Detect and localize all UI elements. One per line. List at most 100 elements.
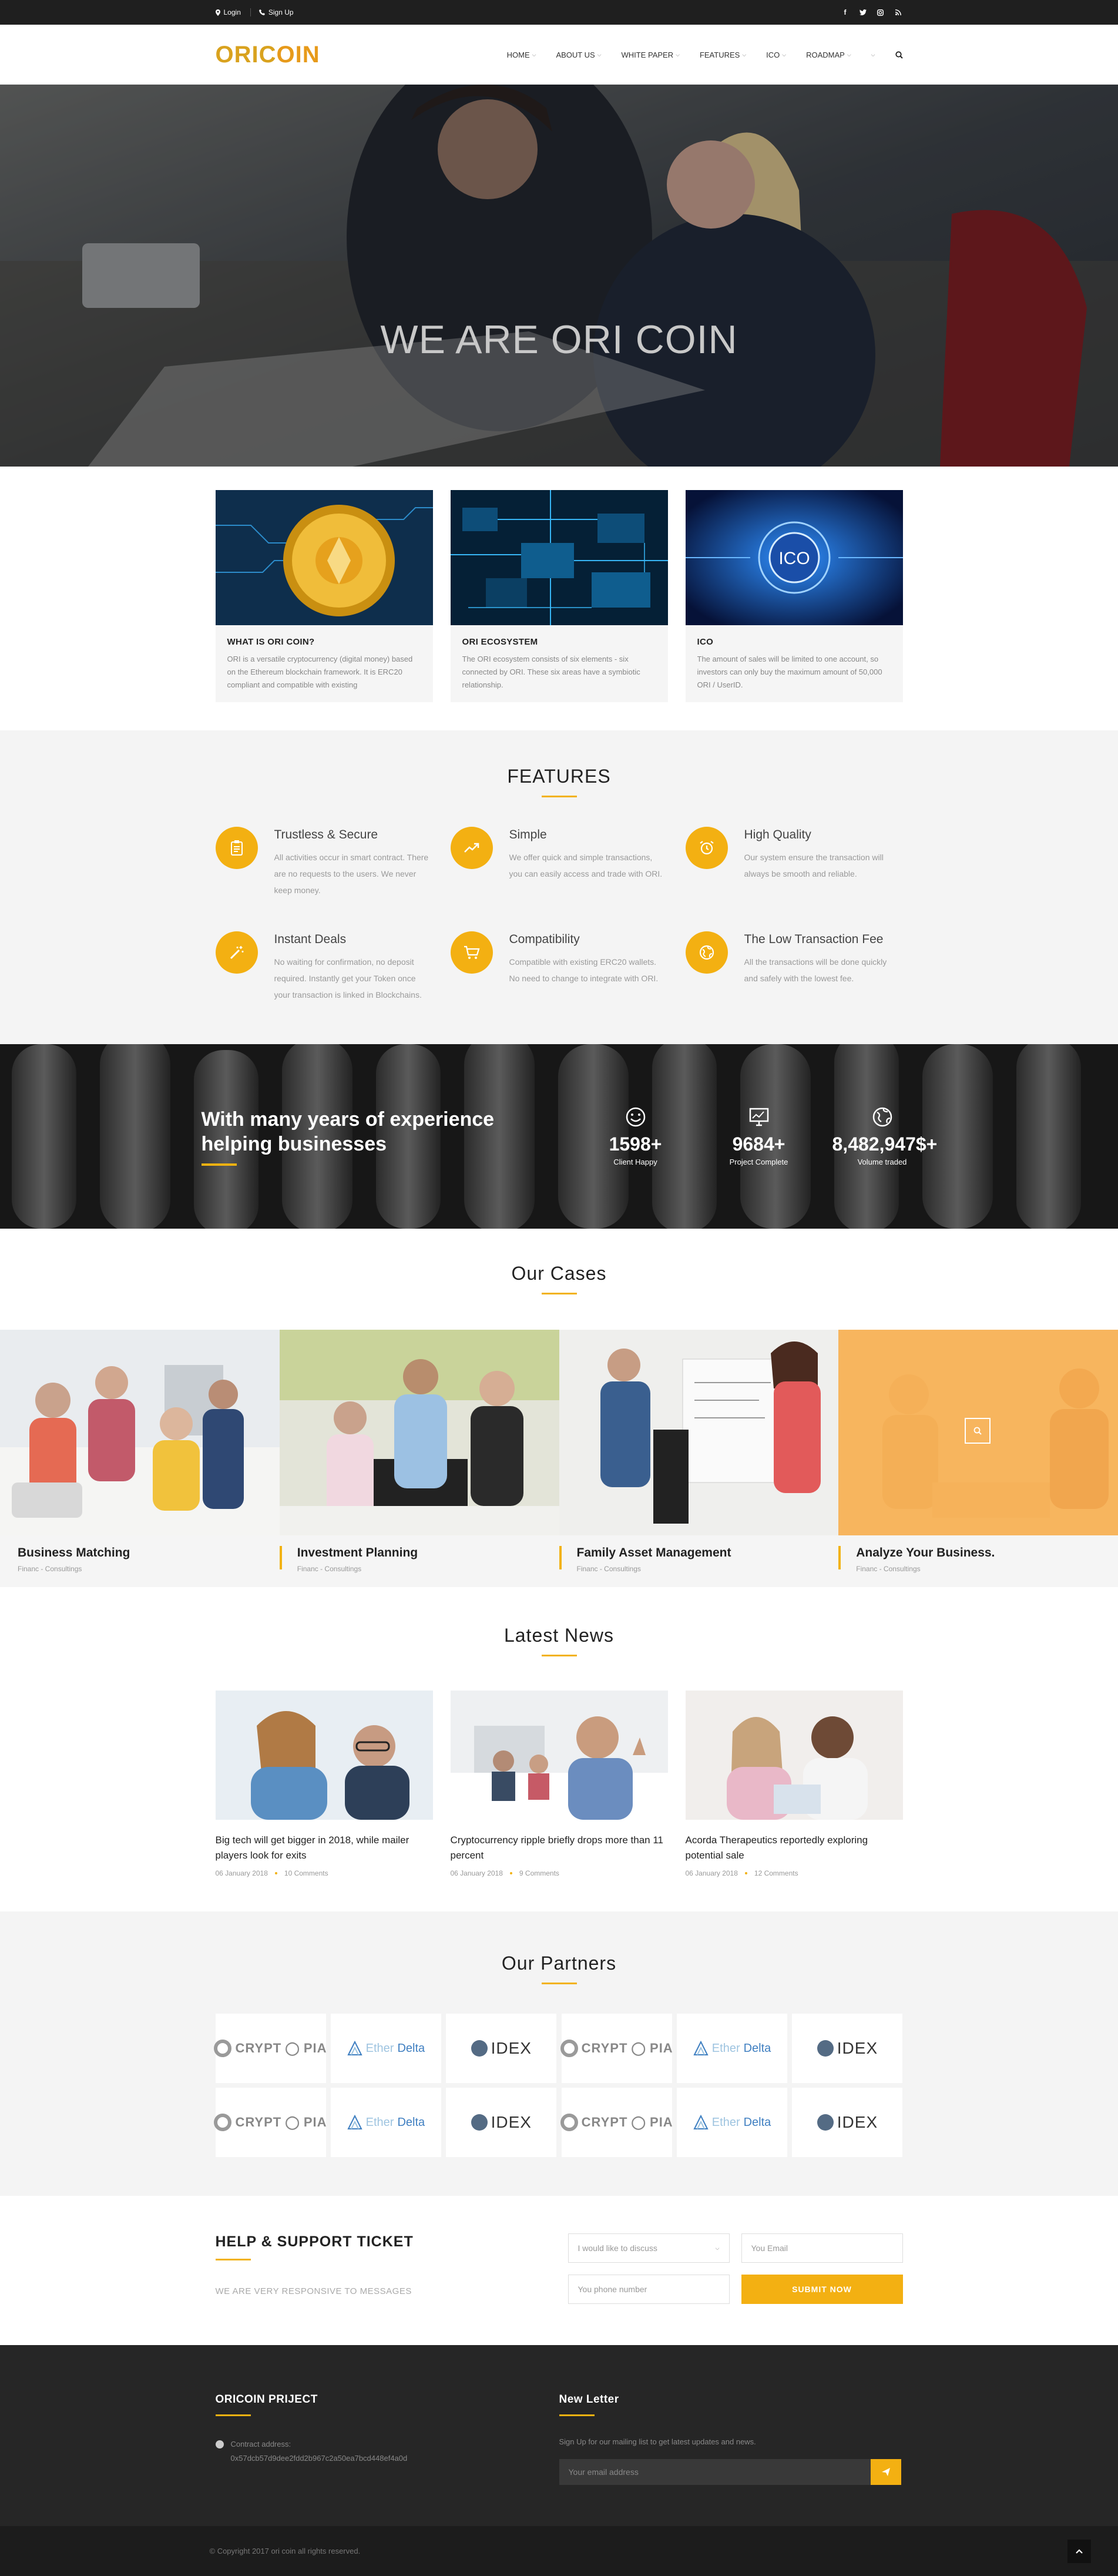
back-to-top-button[interactable] — [1067, 2539, 1091, 2563]
cryptopia-o-icon: ◯ — [285, 2115, 300, 2129]
partner-logo-idex[interactable]: IDEX — [446, 2088, 557, 2157]
comments-link[interactable]: 9 Comments — [519, 1869, 559, 1877]
chevron-up-icon — [1075, 2548, 1083, 2554]
separator-dot — [274, 1872, 277, 1874]
search-button[interactable] — [895, 51, 903, 59]
cryptopia-o-icon: ◯ — [631, 2115, 647, 2129]
nav-about-us[interactable]: ABOUT US ⌵ — [556, 51, 601, 59]
case-card[interactable]: Business Matching Financ - Consultings — [0, 1330, 280, 1587]
search-icon — [895, 51, 903, 59]
wand-icon — [215, 931, 258, 974]
cryptopia-icon — [214, 2040, 232, 2057]
zoom-button[interactable] — [965, 1418, 991, 1444]
idex-icon — [471, 2040, 488, 2057]
chevron-down-icon: ⌵ — [847, 51, 851, 58]
footer-project-title: ORICOIN PRIJECT — [215, 2393, 318, 2406]
case-card[interactable]: Family Asset Management Financ - Consult… — [559, 1330, 839, 1587]
case-image — [0, 1330, 280, 1535]
separator-dot — [744, 1872, 747, 1874]
partners-section: Our Partners CRYPT ◯ PIA Ether Delta IDEX C… — [0, 1911, 1118, 2196]
hero-title: WE ARE ORI COIN — [380, 317, 738, 362]
features-title: FEATURES — [507, 766, 611, 787]
trend-icon — [450, 827, 493, 869]
partner-logo-etherdelta[interactable]: Ether Delta — [677, 2088, 788, 2157]
partner-logo-etherdelta[interactable]: Ether Delta — [330, 2014, 441, 2083]
site-logo[interactable]: ORIC OIN — [216, 42, 320, 68]
etherdelta-icon — [347, 2041, 362, 2056]
comments-link[interactable]: 10 Comments — [284, 1869, 328, 1877]
intro-card[interactable]: ICO ICO The amount of sales will be limi… — [685, 490, 903, 702]
newsletter-title: New Letter — [559, 2393, 619, 2406]
instagram-icon[interactable] — [876, 8, 885, 17]
support-subtitle: WE ARE VERY RESPONSIVE TO MESSAGES — [215, 2286, 412, 2296]
nav-roadmap[interactable]: ROADMAP ⌵ — [806, 51, 851, 59]
discuss-select[interactable]: I would like to discuss ⌵ — [568, 2233, 730, 2263]
partner-logo-cryptopia[interactable]: CRYPT ◯ PIA — [214, 2088, 327, 2157]
support-title: HELP & SUPPORT TICKET — [215, 2233, 414, 2250]
comments-link[interactable]: 12 Comments — [754, 1869, 798, 1877]
news-title: Latest News — [503, 1625, 615, 1646]
nav-ico[interactable]: ICO ⌵ — [766, 51, 786, 59]
language-dropdown[interactable]: ⌵ — [871, 52, 875, 58]
partner-logo-etherdelta[interactable]: Ether Delta — [330, 2088, 441, 2157]
chevron-down-icon: ⌵ — [597, 51, 602, 58]
title-underline — [201, 1163, 237, 1166]
case-image — [838, 1330, 1118, 1535]
twitter-icon[interactable] — [858, 8, 868, 17]
etherdelta-icon — [347, 2115, 362, 2130]
partner-logo-cryptopia[interactable]: CRYPT ◯ PIA — [560, 2088, 673, 2157]
partners-title: Our Partners — [501, 1953, 617, 1974]
title-underline — [215, 2414, 251, 2416]
news-card[interactable]: Acorda Therapeutics reportedly exploring… — [685, 1690, 903, 1877]
phone-field[interactable]: You phone number — [568, 2275, 730, 2304]
newsletter-email-input[interactable]: Your email address — [559, 2459, 871, 2485]
nav-white-paper[interactable]: WHITE PAPER ⌵ — [622, 51, 680, 59]
partner-logo-cryptopia[interactable]: CRYPT ◯ PIA — [214, 2014, 327, 2083]
intro-card[interactable]: WHAT IS ORI COIN? ORI is a versatile cry… — [215, 490, 433, 702]
news-image — [685, 1690, 903, 1820]
submit-button[interactable]: SUBMIT NOW — [741, 2275, 903, 2304]
chevron-down-icon: ⌵ — [742, 51, 747, 58]
news-card[interactable]: Big tech will get bigger in 2018, while … — [215, 1690, 433, 1877]
cases-section: Our Cases Business Matching Financ - Con… — [0, 1229, 1118, 1587]
newsletter-submit-button[interactable] — [870, 2459, 901, 2485]
partner-logo-idex[interactable]: IDEX — [792, 2088, 903, 2157]
feature-item: High Quality Our system ensure the transa… — [685, 827, 903, 898]
case-image — [279, 1330, 559, 1535]
nav-home[interactable]: HOME ⌵ — [507, 51, 536, 59]
email-field[interactable]: You Email — [741, 2233, 903, 2263]
phone-icon — [258, 9, 265, 15]
signup-link[interactable]: Sign Up — [250, 8, 294, 16]
main-nav: HOME ⌵ ABOUT US ⌵ WHITE PAPER ⌵ FEATURES ⌵ I… — [507, 51, 903, 59]
rss-icon[interactable] — [894, 8, 903, 17]
svg-text:ICO: ICO — [778, 549, 810, 568]
title-underline — [541, 796, 577, 797]
chevron-down-icon: ⌵ — [676, 51, 680, 58]
login-link[interactable]: Login — [215, 8, 241, 16]
partner-logo-idex[interactable]: IDEX — [446, 2014, 557, 2083]
circuit-board-image — [450, 490, 668, 625]
etherdelta-icon — [693, 2115, 709, 2130]
site-footer: ORICOIN PRIJECT Contract address: 0x57dc… — [0, 2345, 1118, 2526]
case-card[interactable]: Investment Planning Financ - Consultings — [279, 1330, 559, 1587]
partner-logo-idex[interactable]: IDEX — [792, 2014, 903, 2083]
case-card[interactable]: Analyze Your Business. Financ - Consulti… — [838, 1330, 1118, 1587]
map-pin-icon — [215, 9, 220, 16]
chevron-down-icon: ⌵ — [715, 2245, 720, 2251]
gold-coin-image — [215, 490, 433, 625]
case-image — [559, 1330, 839, 1535]
news-card[interactable]: Cryptocurrency ripple briefly drops more… — [450, 1690, 668, 1877]
clipboard-icon — [215, 827, 258, 869]
partner-logo-etherdelta[interactable]: Ether Delta — [677, 2014, 788, 2083]
nav-features[interactable]: FEATURES ⌵ — [700, 51, 746, 59]
contract-address: 0x57dcb57d9dee2fdd2b967c2a50ea7bcd448ef4… — [230, 2454, 408, 2463]
features-section: FEATURES Trustless & Secure All activitie… — [0, 730, 1118, 1044]
stat-item: 9684+ Project Complete — [709, 1106, 809, 1166]
globe-icon — [685, 931, 728, 974]
facebook-icon[interactable]: f — [841, 8, 850, 17]
partner-logo-cryptopia[interactable]: CRYPT ◯ PIA — [560, 2014, 673, 2083]
stats-heading: With many years of experience helping bu… — [201, 1107, 531, 1166]
feature-item: Compatibility Compatible with existing ER… — [450, 931, 668, 1003]
intro-card[interactable]: ORI ECOSYSTEM The ORI ecosystem consists… — [450, 490, 668, 702]
stat-item: 1598+ Client Happy — [586, 1106, 686, 1166]
